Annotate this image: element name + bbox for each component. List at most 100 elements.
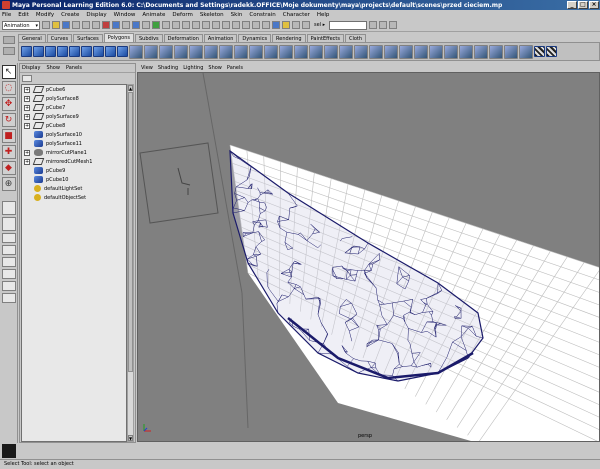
menu-create[interactable]: Create <box>61 12 79 18</box>
dopesheet-layout-icon[interactable] <box>1 293 16 303</box>
extract-icon[interactable] <box>159 44 173 59</box>
scroll-up-arrow-icon[interactable]: ▲ <box>128 85 133 91</box>
highlight-selection-icon[interactable] <box>192 21 200 29</box>
cylindrical-mapping-icon[interactable] <box>429 44 443 59</box>
shelf-tab-menu-icon[interactable] <box>3 36 15 44</box>
viewport-menu-shading[interactable]: Shading <box>158 65 178 71</box>
maximize-button[interactable]: □ <box>578 1 588 9</box>
make-live-icon[interactable] <box>242 21 250 29</box>
close-button[interactable]: × <box>589 1 599 9</box>
boolean-intersection-icon[interactable] <box>204 44 218 59</box>
menu-edit[interactable]: Edit <box>18 12 29 18</box>
outliner-menu-show[interactable]: Show <box>46 65 60 71</box>
poly-cube-icon[interactable] <box>33 46 44 57</box>
menu-window[interactable]: Window <box>114 12 136 18</box>
expand-icon[interactable]: + <box>24 158 30 165</box>
select-rendering-icon[interactable] <box>162 21 170 29</box>
automatic-mapping-icon[interactable] <box>459 44 473 59</box>
outliner-filter-icon[interactable] <box>22 74 32 82</box>
select-surfaces-icon[interactable] <box>132 21 140 29</box>
outliner-item[interactable]: + polySurface9 <box>22 112 126 121</box>
viewport-menu-panels[interactable]: Panels <box>227 65 243 71</box>
menu-set-dropdown[interactable]: Animation <box>2 20 40 30</box>
outliner-item[interactable]: pCube10 <box>22 175 126 184</box>
tab-cloth[interactable]: Cloth <box>344 34 367 42</box>
select-object-icon[interactable] <box>82 21 90 29</box>
outliner-item[interactable]: defaultObjectSet <box>22 193 126 202</box>
tab-deformation[interactable]: Deformation <box>163 34 203 42</box>
minimize-button[interactable]: _ <box>567 1 577 9</box>
rotate-tool-icon[interactable]: ↻ <box>1 113 16 127</box>
outliner-item[interactable]: + pCube6 <box>22 85 126 94</box>
mirror-icon[interactable] <box>234 44 248 59</box>
lasso-tool-icon[interactable]: ◌ <box>1 81 16 95</box>
subdivide-icon[interactable] <box>369 44 383 59</box>
scroll-down-arrow-icon[interactable]: ▼ <box>128 435 133 441</box>
ipr-render-icon[interactable] <box>292 21 300 29</box>
menu-constrain[interactable]: Constrain <box>249 12 275 18</box>
outliner-list[interactable]: + pCube6 + polySurface8 + pCube7 + polySurface9… <box>21 84 127 442</box>
menu-display[interactable]: Display <box>86 12 106 18</box>
outliner-item[interactable]: + mirroredCutMesh1 <box>22 157 126 166</box>
outliner-layout-icon[interactable] <box>1 281 16 291</box>
viewport-menu-show[interactable]: Show <box>208 65 222 71</box>
scroll-thumb[interactable] <box>128 92 133 372</box>
scale-tool-icon[interactable]: ■ <box>1 129 16 143</box>
viewport-menu-lighting[interactable]: Lighting <box>183 65 203 71</box>
split-polygon-icon[interactable] <box>294 44 308 59</box>
render-icon[interactable] <box>282 21 290 29</box>
menu-help[interactable]: Help <box>317 12 330 18</box>
tab-rendering[interactable]: Rendering <box>272 34 306 42</box>
outliner-item[interactable]: polySurface11 <box>22 139 126 148</box>
construction-history-icon[interactable] <box>262 21 270 29</box>
outliner-menu-display[interactable]: Display <box>22 65 40 71</box>
expand-icon[interactable]: + <box>24 95 30 102</box>
tab-general[interactable]: General <box>18 34 46 42</box>
tab-dynamics[interactable]: Dynamics <box>238 34 272 42</box>
outliner-item[interactable]: polySurface10 <box>22 130 126 139</box>
select-joints-icon[interactable] <box>112 21 120 29</box>
menu-skeleton[interactable]: Skeleton <box>200 12 224 18</box>
combine-icon[interactable] <box>129 44 143 59</box>
poly-torus-icon[interactable] <box>81 46 92 57</box>
expand-icon[interactable]: + <box>24 122 30 129</box>
checker-alt-icon[interactable] <box>546 46 557 57</box>
tab-curves[interactable]: Curves <box>46 34 73 42</box>
uv-editor-icon[interactable] <box>474 44 488 59</box>
tab-polygons[interactable]: Polygons <box>103 33 134 42</box>
input-output-icon[interactable] <box>252 21 260 29</box>
separate-icon[interactable] <box>144 44 158 59</box>
tab-painteffects[interactable]: PaintEffects <box>306 34 344 42</box>
snap-point-icon[interactable] <box>222 21 230 29</box>
boolean-union-icon[interactable] <box>174 44 188 59</box>
menu-file[interactable]: File <box>2 12 11 18</box>
harden-edge-icon[interactable] <box>504 44 518 59</box>
outliner-item[interactable]: + mirrorCutPlane1 <box>22 148 126 157</box>
new-scene-icon[interactable] <box>42 21 50 29</box>
render-view-icon[interactable] <box>272 21 280 29</box>
bevel-icon[interactable] <box>279 44 293 59</box>
poly-pyramid-icon[interactable] <box>105 46 116 57</box>
select-curves-icon[interactable] <box>122 21 130 29</box>
tab-surfaces[interactable]: Surfaces <box>73 34 103 42</box>
four-pane-layout-icon[interactable] <box>1 217 16 231</box>
cut-faces-icon[interactable] <box>309 44 323 59</box>
hypershade-layout-icon[interactable] <box>1 257 16 267</box>
merge-edges-icon[interactable] <box>339 44 353 59</box>
open-scene-icon[interactable] <box>52 21 60 29</box>
smooth-icon[interactable] <box>219 44 233 59</box>
manipulator-tool-icon[interactable]: ✚ <box>1 145 16 159</box>
attribute-editor-icon[interactable] <box>369 21 378 29</box>
expand-icon[interactable]: + <box>24 104 30 111</box>
reverse-normals-icon[interactable] <box>519 44 533 59</box>
move-tool-icon[interactable]: ✥ <box>1 97 16 111</box>
extrude-face-icon[interactable] <box>249 44 263 59</box>
select-deformations-icon[interactable] <box>142 21 150 29</box>
save-scene-icon[interactable] <box>62 21 70 29</box>
poly-prism-icon[interactable] <box>93 46 104 57</box>
menu-skin[interactable]: Skin <box>231 12 243 18</box>
poly-sphere-icon[interactable] <box>21 46 32 57</box>
render-globals-icon[interactable] <box>302 21 310 29</box>
outliner-item[interactable]: pCube9 <box>22 166 126 175</box>
select-dynamics-icon[interactable] <box>152 21 160 29</box>
